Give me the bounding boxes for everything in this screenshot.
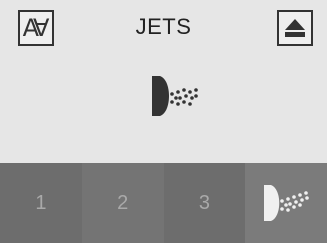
jet-button-3[interactable]: 3: [163, 163, 246, 243]
current-mode-display: [146, 68, 206, 128]
jet-button-spray[interactable]: [245, 163, 327, 243]
jets-screen: A∀ JETS 1 2 3: [0, 0, 327, 243]
jet-button-2[interactable]: 2: [81, 163, 164, 243]
jet-button-label: 2: [117, 191, 129, 214]
jet-button-label: 3: [198, 191, 210, 214]
jet-button-1[interactable]: 1: [0, 163, 82, 243]
spray-nozzle-icon: [152, 76, 198, 116]
eject-icon: [285, 19, 305, 37]
header: A∀ JETS: [0, 0, 327, 60]
spray-nozzle-icon: [264, 185, 309, 221]
jet-button-label: 1: [35, 191, 47, 214]
jet-selector-bar: 1 2 3: [0, 163, 327, 243]
eject-button[interactable]: [277, 10, 313, 46]
